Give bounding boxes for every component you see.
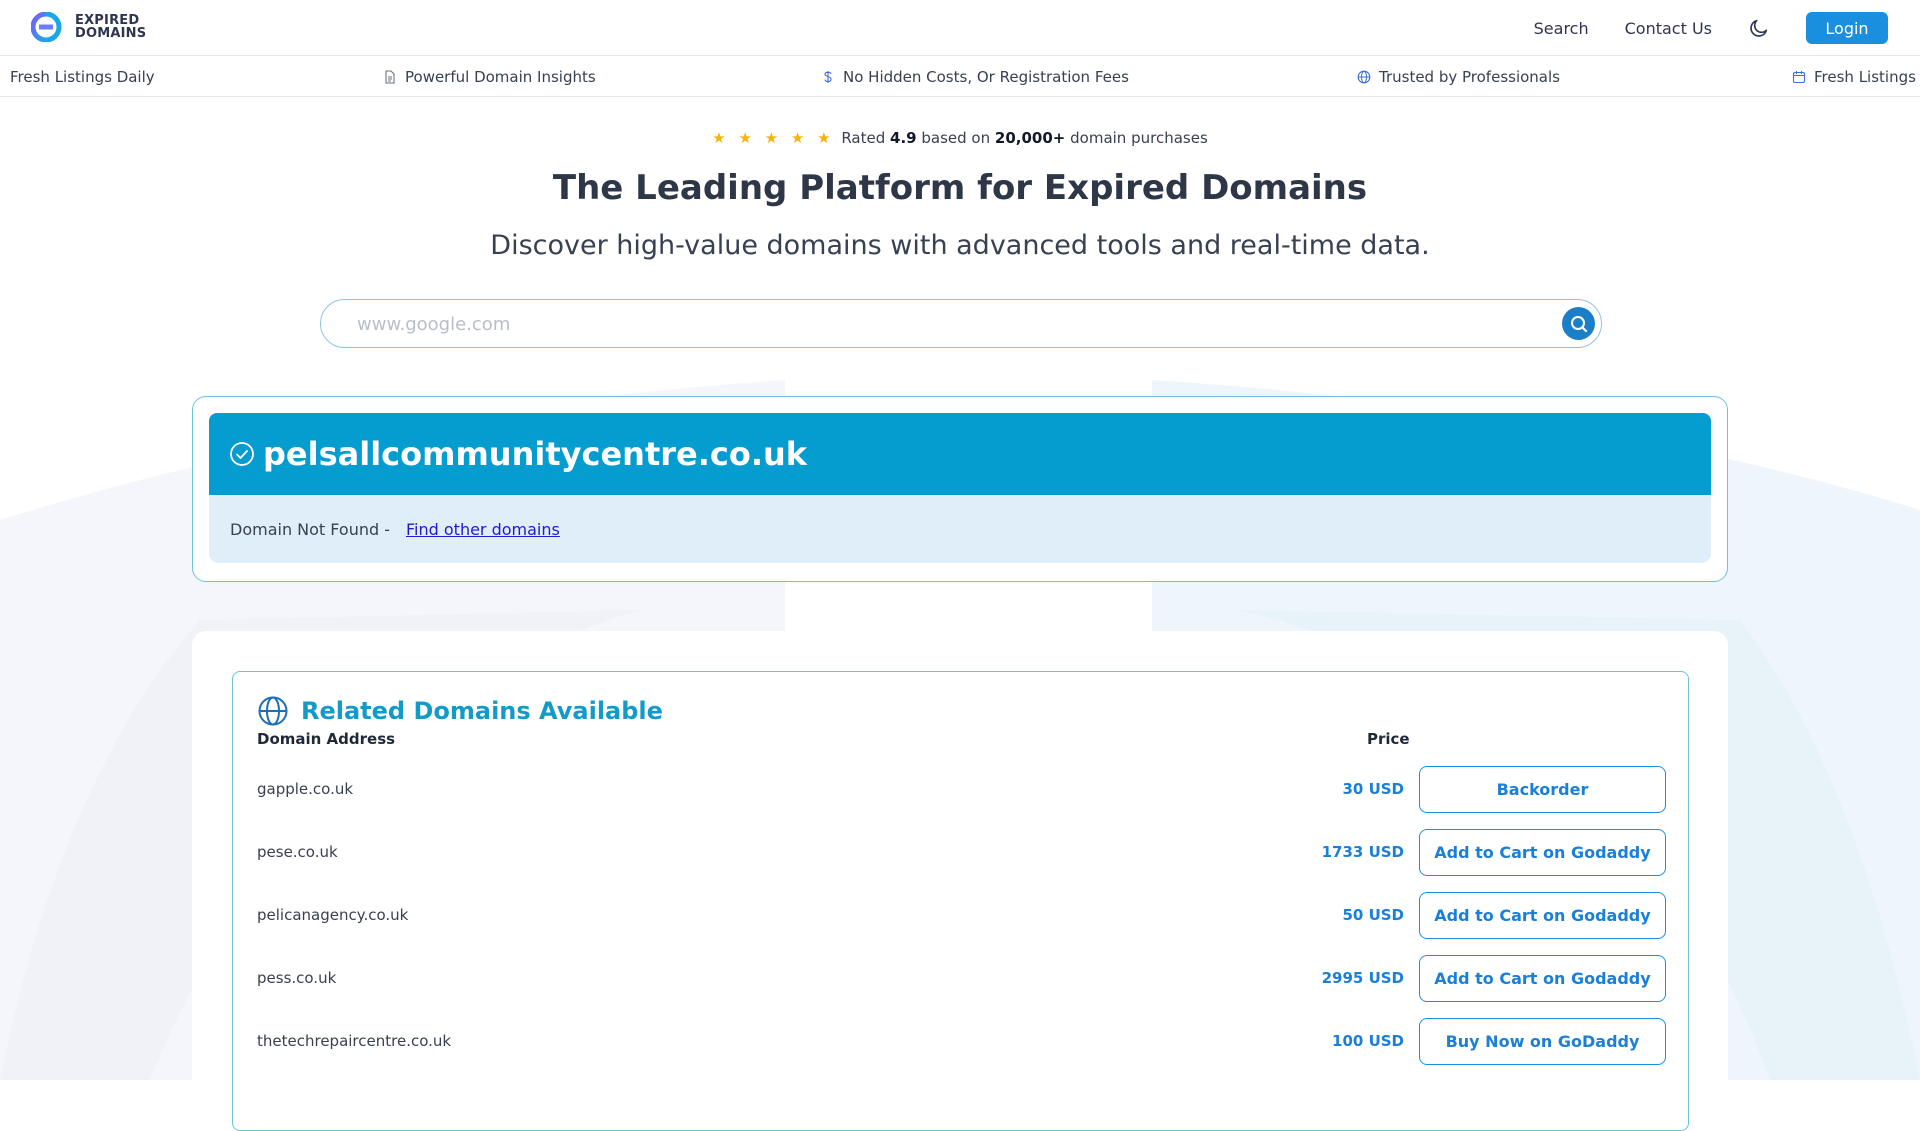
row-price: 2995 USD bbox=[1321, 969, 1404, 987]
ticker-item: Fresh Listings bbox=[1792, 68, 1916, 86]
rating-mid: based on bbox=[921, 129, 991, 147]
add-to-cart-button[interactable]: Add to Cart on Godaddy bbox=[1419, 955, 1666, 1002]
ticker-label: Fresh Listings bbox=[1814, 68, 1916, 86]
column-header-price: Price bbox=[1367, 730, 1410, 748]
table-row: pese.co.uk 1733 USD Add to Cart on Godad… bbox=[233, 829, 1690, 877]
logo-icon bbox=[31, 12, 62, 42]
add-to-cart-button[interactable]: Add to Cart on Godaddy bbox=[1419, 892, 1666, 939]
table-row: thetechrepaircentre.co.uk 100 USD Buy No… bbox=[233, 1018, 1690, 1066]
calendar-icon bbox=[1792, 71, 1806, 84]
row-domain: pese.co.uk bbox=[257, 843, 338, 861]
search-bar bbox=[320, 299, 1602, 348]
rating-count: 20,000+ bbox=[994, 129, 1066, 147]
table-row: pess.co.uk 2995 USD Add to Cart on Godad… bbox=[233, 955, 1690, 1003]
ticker-item: Fresh Listings Daily bbox=[10, 68, 155, 86]
buy-now-button[interactable]: Buy Now on GoDaddy bbox=[1419, 1018, 1666, 1065]
related-title-row: Related Domains Available bbox=[257, 695, 663, 727]
add-to-cart-button[interactable]: Add to Cart on Godaddy bbox=[1419, 829, 1666, 876]
ticker-item: Powerful Domain Insights bbox=[383, 68, 596, 86]
rating-prefix: Rated bbox=[841, 129, 886, 147]
row-domain: pelicanagency.co.uk bbox=[257, 906, 409, 924]
rating-value: 4.9 bbox=[890, 129, 917, 147]
ticker-label: No Hidden Costs, Or Registration Fees bbox=[843, 68, 1129, 86]
page-subtitle: Discover high-value domains with advance… bbox=[490, 230, 1430, 261]
moon-icon[interactable] bbox=[1748, 17, 1770, 39]
related-section: Related Domains Available Domain Address… bbox=[192, 631, 1728, 1131]
nav-search-link[interactable]: Search bbox=[1534, 19, 1589, 38]
site-header: EXPIRED DOMAINS Search Contact Us Login bbox=[0, 0, 1920, 56]
backorder-button[interactable]: Backorder bbox=[1419, 766, 1666, 813]
rating-stars-icon: ★ ★ ★ ★ ★ bbox=[712, 129, 835, 147]
row-price: 50 USD bbox=[1342, 906, 1404, 924]
result-domain: pelsallcommunitycentre.co.uk bbox=[263, 435, 808, 473]
logo-text: EXPIRED DOMAINS bbox=[75, 14, 146, 40]
result-header: pelsallcommunitycentre.co.uk bbox=[209, 413, 1711, 495]
ticker-label: Fresh Listings Daily bbox=[10, 68, 155, 86]
ticker-label: Powerful Domain Insights bbox=[405, 68, 596, 86]
related-title: Related Domains Available bbox=[301, 697, 663, 725]
page-title: The Leading Platform for Expired Domains bbox=[552, 168, 1368, 208]
row-price: 30 USD bbox=[1342, 780, 1404, 798]
row-domain: pess.co.uk bbox=[257, 969, 337, 987]
login-button[interactable]: Login bbox=[1806, 12, 1888, 44]
document-icon bbox=[385, 70, 395, 84]
row-price: 100 USD bbox=[1332, 1032, 1404, 1050]
domain-result-card: pelsallcommunitycentre.co.uk Domain Not … bbox=[192, 396, 1728, 582]
status-text: Domain Not Found - bbox=[230, 519, 391, 539]
related-domains-box: Related Domains Available Domain Address… bbox=[232, 671, 1689, 1131]
row-domain: gapple.co.uk bbox=[257, 780, 354, 798]
column-header-domain: Domain Address bbox=[257, 730, 396, 748]
ticker-item: Trusted by Professionals bbox=[1357, 68, 1560, 86]
nav-contact-link[interactable]: Contact Us bbox=[1625, 19, 1712, 38]
search-input[interactable] bbox=[355, 300, 1519, 348]
row-domain: thetechrepaircentre.co.uk bbox=[257, 1032, 452, 1050]
ticker-item: No Hidden Costs, Or Registration Fees bbox=[821, 68, 1129, 86]
table-row: gapple.co.uk 30 USD Backorder bbox=[233, 766, 1690, 814]
feature-ticker: Fresh Listings Daily Powerful Domain Ins… bbox=[0, 56, 1920, 97]
globe-icon bbox=[1357, 70, 1371, 84]
search-button[interactable] bbox=[1562, 307, 1595, 340]
rating-line: ★ ★ ★ ★ ★ Rated 4.9 based on 20,000+ dom… bbox=[0, 129, 1920, 147]
ticker-label: Trusted by Professionals bbox=[1379, 68, 1560, 86]
globe-icon bbox=[258, 696, 288, 726]
dollar-icon bbox=[824, 71, 832, 83]
check-circle-icon bbox=[230, 442, 254, 466]
rating-suffix: domain purchases bbox=[1070, 129, 1208, 147]
row-price: 1733 USD bbox=[1321, 843, 1404, 861]
find-other-domains-link[interactable]: Find other domains bbox=[406, 520, 560, 539]
search-icon bbox=[1570, 315, 1587, 332]
logo[interactable]: EXPIRED DOMAINS bbox=[31, 12, 146, 42]
logo-line-2: DOMAINS bbox=[75, 26, 147, 41]
result-body: Domain Not Found - Find other domains bbox=[209, 495, 1711, 563]
table-row: pelicanagency.co.uk 50 USD Add to Cart o… bbox=[233, 892, 1690, 940]
top-nav: Search Contact Us Login bbox=[1534, 12, 1888, 44]
